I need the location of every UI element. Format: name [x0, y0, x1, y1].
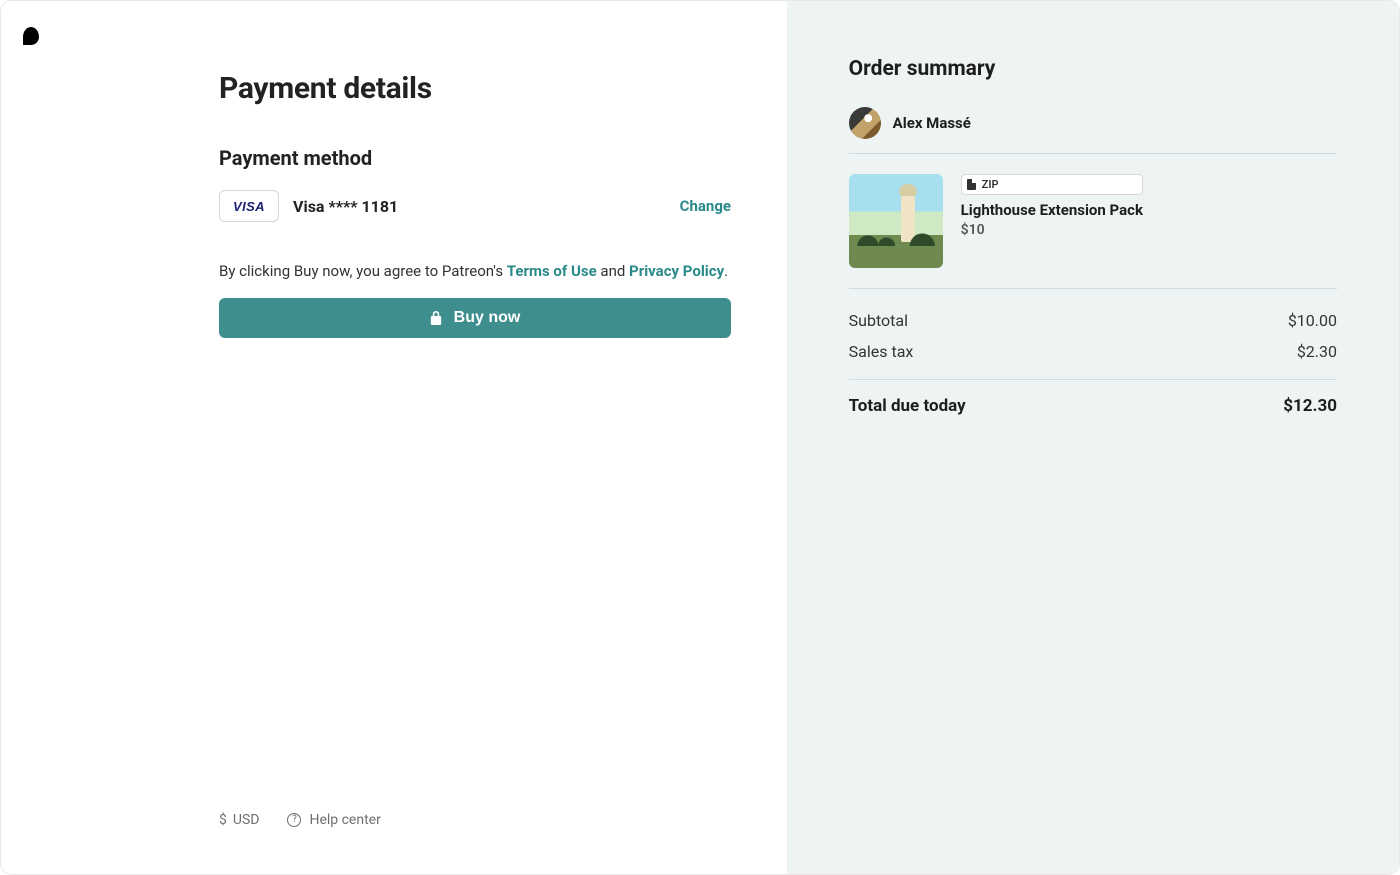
currency-symbol: $ [219, 812, 227, 828]
file-type-badge: ZIP [961, 174, 1143, 195]
product-price: $10 [961, 222, 1143, 238]
page-title: Payment details [219, 71, 731, 106]
tax-value: $2.30 [1297, 342, 1337, 361]
file-icon [967, 179, 976, 190]
payment-method-row: VISA Visa **** 1181 Change [219, 190, 731, 222]
creator-row: Alex Massé [849, 107, 1337, 154]
currency-code: USD [233, 812, 260, 828]
help-center-label: Help center [309, 812, 380, 828]
change-payment-link[interactable]: Change [680, 197, 731, 215]
help-icon: ? [287, 813, 301, 827]
help-center-link[interactable]: ? Help center [287, 812, 380, 828]
creator-avatar [849, 107, 881, 139]
tax-label: Sales tax [849, 342, 914, 361]
buy-now-label: Buy now [454, 309, 521, 327]
currency-selector[interactable]: $ USD [219, 812, 259, 828]
payment-panel: Payment details Payment method VISA Visa… [1, 1, 787, 874]
total-row: Total due today $12.30 [849, 380, 1337, 416]
buy-now-button[interactable]: Buy now [219, 298, 731, 338]
agreement-joiner: and [597, 262, 629, 280]
agreement-suffix: . [724, 262, 728, 280]
patreon-logo-icon [23, 27, 39, 45]
subtotal-label: Subtotal [849, 311, 908, 330]
tax-row: Sales tax $2.30 [849, 336, 1337, 367]
product-thumbnail [849, 174, 943, 268]
file-type-label: ZIP [982, 178, 999, 191]
lock-icon [430, 311, 442, 325]
card-description: Visa **** 1181 [293, 197, 398, 216]
privacy-policy-link[interactable]: Privacy Policy [629, 262, 724, 280]
product-row: ZIP Lighthouse Extension Pack $10 [849, 154, 1337, 289]
terms-of-use-link[interactable]: Terms of Use [507, 262, 597, 280]
total-label: Total due today [849, 396, 966, 416]
subtotal-value: $10.00 [1288, 311, 1337, 330]
subtotal-row: Subtotal $10.00 [849, 305, 1337, 336]
line-items: Subtotal $10.00 Sales tax $2.30 [849, 289, 1337, 380]
order-summary-panel: Order summary Alex Massé ZIP Lighthouse … [787, 1, 1399, 874]
agreement-prefix: By clicking Buy now, you agree to Patreo… [219, 262, 507, 280]
product-name: Lighthouse Extension Pack [961, 201, 1143, 219]
visa-icon: VISA [233, 199, 265, 214]
total-value: $12.30 [1283, 396, 1337, 416]
checkout-app: Payment details Payment method VISA Visa… [0, 0, 1400, 875]
payment-method-heading: Payment method [219, 146, 731, 170]
footer: $ USD ? Help center [219, 812, 381, 828]
card-brand-badge: VISA [219, 190, 279, 222]
creator-name: Alex Massé [893, 114, 971, 132]
agreement-text: By clicking Buy now, you agree to Patreo… [219, 262, 731, 280]
order-summary-title: Order summary [849, 57, 1337, 81]
